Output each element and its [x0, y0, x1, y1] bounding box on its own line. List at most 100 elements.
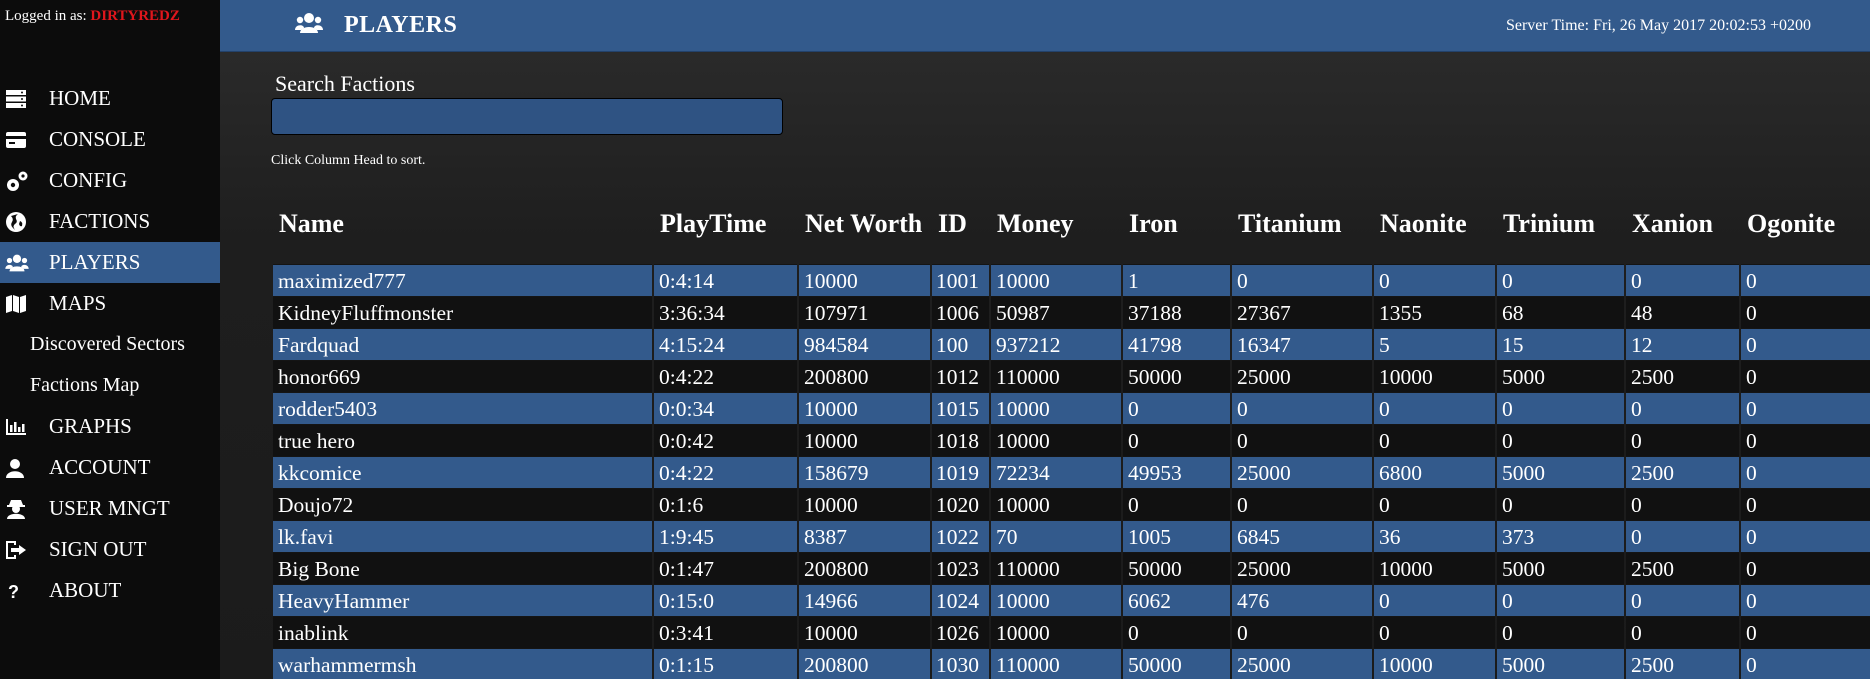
- table-cell: 0: [1374, 264, 1495, 296]
- sidebar-item-home[interactable]: HOME: [0, 78, 220, 119]
- table-cell: 0:1:47: [654, 552, 797, 584]
- column-header-ogonite[interactable]: Ogonite: [1741, 182, 1870, 264]
- search-factions-input[interactable]: [271, 98, 783, 135]
- search-label: Search Factions: [275, 71, 415, 96]
- table-row[interactable]: rodder5403 0:0:34 10000 1015 10000 0 0 0 0 0 0: [273, 392, 1870, 424]
- credit-card-icon: [0, 131, 49, 149]
- table-cell: 1026: [932, 616, 989, 648]
- table-cell: 0: [1374, 424, 1495, 456]
- sidebar-item-factions[interactable]: FACTIONS: [0, 201, 220, 242]
- table-cell: 50000: [1123, 360, 1230, 392]
- table-cell: maximized777: [273, 264, 652, 296]
- login-prefix: Logged in as:: [5, 8, 87, 24]
- table-cell: 0: [1741, 296, 1870, 328]
- table-cell: inablink: [273, 616, 652, 648]
- table-cell: 200800: [799, 360, 930, 392]
- table-cell: true hero: [273, 424, 652, 456]
- column-header-id[interactable]: ID: [932, 182, 989, 264]
- table-cell: 10000: [1374, 360, 1495, 392]
- table-row[interactable]: HeavyHammer 0:15:0 14966 1024 10000 6062 476 0 0…: [273, 584, 1870, 616]
- table-cell: 0: [1741, 424, 1870, 456]
- column-header-net-worth[interactable]: Net Worth: [799, 182, 930, 264]
- table-row[interactable]: true hero 0:0:42 10000 1018 10000 0 0 0 0 0 0: [273, 424, 1870, 456]
- table-cell: 3:36:34: [654, 296, 797, 328]
- table-cell: 10000: [991, 424, 1121, 456]
- sidebar-item-user-mngt[interactable]: USER MNGT: [0, 488, 220, 529]
- table-cell: 2500: [1626, 456, 1739, 488]
- table-cell: 10000: [1374, 552, 1495, 584]
- table-cell: 0: [1123, 392, 1230, 424]
- main-content: Search Factions Click Column Head to sor…: [220, 52, 1870, 679]
- table-cell: 0: [1741, 520, 1870, 552]
- table-cell: 1024: [932, 584, 989, 616]
- table-cell: 0: [1374, 392, 1495, 424]
- table-row[interactable]: kkcomice 0:4:22 158679 1019 72234 49953 25000 6…: [273, 456, 1870, 488]
- table-cell: 16347: [1232, 328, 1372, 360]
- column-header-trinium[interactable]: Trinium: [1497, 182, 1624, 264]
- sidebar-item-about[interactable]: ? ABOUT: [0, 570, 220, 611]
- table-cell: 200800: [799, 648, 930, 679]
- server-time: Server Time: Fri, 26 May 2017 20:02:53 +…: [1505, 17, 1811, 34]
- table-cell: 5000: [1497, 360, 1624, 392]
- column-header-naonite[interactable]: Naonite: [1374, 182, 1495, 264]
- table-cell: 0: [1741, 552, 1870, 584]
- table-cell: 10000: [799, 424, 930, 456]
- table-cell: 0:1:6: [654, 488, 797, 520]
- table-cell: 2500: [1626, 360, 1739, 392]
- table-cell: 6062: [1123, 584, 1230, 616]
- table-cell: 5000: [1497, 552, 1624, 584]
- table-cell: 200800: [799, 552, 930, 584]
- sidebar-item-players[interactable]: PLAYERS: [0, 242, 220, 283]
- table-cell: 49953: [1123, 456, 1230, 488]
- table-cell: 10000: [799, 616, 930, 648]
- table-row[interactable]: inablink 0:3:41 10000 1026 10000 0 0 0 0 0 0: [273, 616, 1870, 648]
- table-cell: 476: [1232, 584, 1372, 616]
- table-row[interactable]: Big Bone 0:1:47 200800 1023 110000 50000 25000…: [273, 552, 1870, 584]
- page-header: PLAYERS Server Time: Fri, 26 May 2017 20…: [220, 0, 1870, 52]
- table-cell: 1019: [932, 456, 989, 488]
- table-row[interactable]: warhammermsh 0:1:15 200800 1030 110000 50000 2…: [273, 648, 1870, 679]
- table-cell: 0: [1497, 616, 1624, 648]
- table-cell: 0: [1626, 488, 1739, 520]
- table-row[interactable]: lk.favi 1:9:45 8387 1022 70 1005 6845 36 373 0 0: [273, 520, 1870, 552]
- column-header-name[interactable]: Name: [273, 182, 652, 264]
- sidebar-item-config[interactable]: CONFIG: [0, 160, 220, 201]
- column-header-playtime[interactable]: PlayTime: [654, 182, 797, 264]
- table-cell: 0: [1497, 584, 1624, 616]
- table-cell: 6845: [1232, 520, 1372, 552]
- table-cell: 0: [1741, 488, 1870, 520]
- table-cell: 0: [1741, 392, 1870, 424]
- table-cell: 15: [1497, 328, 1624, 360]
- sidebar-item-console[interactable]: CONSOLE: [0, 119, 220, 160]
- table-cell: 0: [1626, 264, 1739, 296]
- column-header-iron[interactable]: Iron: [1123, 182, 1230, 264]
- table-cell: 0: [1497, 392, 1624, 424]
- players-table: Name PlayTime Net Worth ID Money Iron Titanium…: [271, 182, 1870, 679]
- table-header-row: Name PlayTime Net Worth ID Money Iron Titanium…: [273, 182, 1870, 264]
- sidebar-item-maps[interactable]: MAPS: [0, 283, 220, 324]
- sidebar-item-graphs[interactable]: GRAPHS: [0, 406, 220, 447]
- login-username: DIRTYREDZ: [90, 8, 180, 24]
- sidebar-item-discovered-sectors[interactable]: Discovered Sectors: [0, 324, 220, 365]
- column-header-xanion[interactable]: Xanion: [1626, 182, 1739, 264]
- sidebar-item-sign-out[interactable]: SIGN OUT: [0, 529, 220, 570]
- question-icon: ?: [0, 581, 49, 601]
- sidebar-item-label: CONFIG: [49, 168, 128, 192]
- table-cell: 36: [1374, 520, 1495, 552]
- sidebar-item-factions-map[interactable]: Factions Map: [0, 365, 220, 406]
- bar-chart-icon: [0, 418, 49, 436]
- table-row[interactable]: KidneyFluffmonster 3:36:34 107971 1006 50987…: [273, 296, 1870, 328]
- sidebar-item-account[interactable]: ACCOUNT: [0, 447, 220, 488]
- table-row[interactable]: Fardquad 4:15:24 984584 100 937212 41798 16347…: [273, 328, 1870, 360]
- sidebar-nav: HOME CONSOLE CONFIG FACTIONS PLAYERS MAPS Disc…: [0, 78, 220, 611]
- table-row[interactable]: honor669 0:4:22 200800 1012 110000 50000 25000…: [273, 360, 1870, 392]
- table-cell: 0: [1741, 328, 1870, 360]
- table-cell: 10000: [799, 488, 930, 520]
- column-header-money[interactable]: Money: [991, 182, 1121, 264]
- table-row[interactable]: maximized777 0:4:14 10000 1001 10000 1 0 0 0 0 0: [273, 264, 1870, 296]
- column-header-titanium[interactable]: Titanium: [1232, 182, 1372, 264]
- server-icon: [0, 89, 49, 109]
- table-cell: 158679: [799, 456, 930, 488]
- table-row[interactable]: Doujo72 0:1:6 10000 1020 10000 0 0 0 0 0 0: [273, 488, 1870, 520]
- gears-icon: [0, 170, 49, 192]
